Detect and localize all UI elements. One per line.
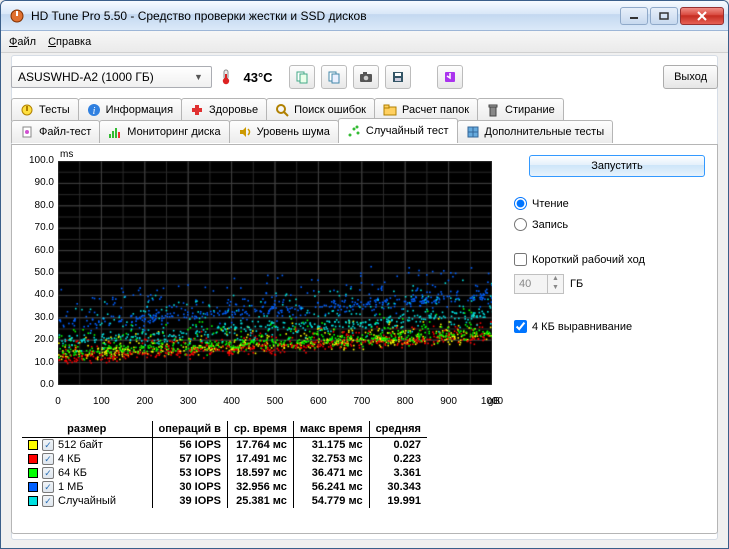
- y-tick-label: 50.0: [20, 267, 54, 278]
- tab-мониторинг-диска[interactable]: Мониторинг диска: [99, 120, 229, 143]
- x-tick-label: 300: [180, 396, 197, 407]
- x-tick-label: 900: [440, 396, 457, 407]
- tab-icon: [486, 103, 500, 117]
- series-color-icon: [28, 496, 38, 506]
- gb-unit-label: ГБ: [570, 278, 583, 290]
- save-button[interactable]: [385, 65, 411, 89]
- copy-results-button[interactable]: [321, 65, 347, 89]
- tab-файл-тест[interactable]: Файл-тест: [11, 120, 100, 143]
- series-checkbox[interactable]: [42, 495, 54, 507]
- tab-icon: i: [87, 103, 101, 117]
- app-icon: [9, 8, 25, 24]
- cycle-size-stepper: 40 ▲▼: [514, 274, 564, 294]
- checkbox-4kb-align[interactable]: 4 КБ выравнивание: [514, 320, 632, 333]
- x-tick-label: 0: [55, 396, 61, 407]
- tab-информация[interactable]: iИнформация: [78, 98, 182, 121]
- col-header: средняя: [369, 421, 427, 438]
- series-checkbox[interactable]: [42, 481, 54, 493]
- x-tick-label: 200: [136, 396, 153, 407]
- menu-help[interactable]: Справка: [48, 36, 91, 48]
- tab-icon: [238, 125, 252, 139]
- y-tick-label: 20.0: [20, 334, 54, 345]
- y-tick-label: 30.0: [20, 312, 54, 323]
- titlebar: HD Tune Pro 5.50 - Средство проверки жес…: [1, 1, 728, 31]
- tab-дополнительные-тесты[interactable]: Дополнительные тесты: [457, 120, 614, 143]
- x-tick-label: 800: [397, 396, 414, 407]
- y-tick-label: 10.0: [20, 357, 54, 368]
- series-color-icon: [28, 440, 38, 450]
- y-tick-label: 60.0: [20, 245, 54, 256]
- y-tick-label: 0.0: [20, 379, 54, 390]
- tab-здоровье[interactable]: Здоровье: [181, 98, 267, 121]
- tab-body: ms gB 0.010.020.030.040.050.060.070.080.…: [11, 144, 718, 534]
- content-area: ASUSWHD-A2 (1000 ГБ) ▼ 43°C Выход Тестыi…: [1, 53, 728, 548]
- tab-icon: [108, 125, 122, 139]
- checkbox-short-cycle[interactable]: Короткий рабочий ход: [514, 253, 645, 266]
- table-row: 4 КБ57 IOPS17.491 мс32.753 мс0.223: [22, 452, 427, 466]
- radio-write[interactable]: Запись: [514, 218, 568, 231]
- y-tick-label: 80.0: [20, 200, 54, 211]
- side-panel: Запустить Чтение Запись Короткий рабочий…: [512, 155, 705, 333]
- tab-icon: [466, 125, 480, 139]
- table-row: 1 МБ30 IOPS32.956 мс56.241 мс30.343: [22, 480, 427, 494]
- series-color-icon: [28, 454, 38, 464]
- drive-select-value: ASUSWHD-A2 (1000 ГБ): [18, 70, 191, 84]
- x-tick-label: 700: [353, 396, 370, 407]
- options-button[interactable]: [437, 65, 463, 89]
- menu-file[interactable]: Файл: [9, 36, 36, 48]
- app-window: HD Tune Pro 5.50 - Средство проверки жес…: [0, 0, 729, 549]
- x-tick-label: 1000: [481, 396, 503, 407]
- tab-icon: [275, 103, 289, 117]
- close-button[interactable]: [680, 7, 724, 25]
- results-table: размеропераций вср. времямакс времясредн…: [22, 421, 427, 508]
- tab-icon: [190, 103, 204, 117]
- table-row: 64 КБ53 IOPS18.597 мс36.471 мс3.361: [22, 466, 427, 480]
- tab-icon: [20, 103, 34, 117]
- tab-тесты[interactable]: Тесты: [11, 98, 79, 121]
- series-checkbox[interactable]: [42, 453, 54, 465]
- maximize-button[interactable]: [650, 7, 678, 25]
- x-tick-label: 400: [223, 396, 240, 407]
- col-header: макс время: [293, 421, 369, 438]
- copy-info-button[interactable]: [289, 65, 315, 89]
- y-unit-label: ms: [60, 149, 73, 160]
- minimize-button[interactable]: [620, 7, 648, 25]
- series-color-icon: [28, 482, 38, 492]
- series-checkbox[interactable]: [42, 439, 54, 451]
- tab-уровень-шума[interactable]: Уровень шума: [229, 120, 339, 143]
- exit-button[interactable]: Выход: [663, 65, 718, 89]
- table-row: Случайный39 IOPS25.381 мс54.779 мс19.991: [22, 494, 427, 508]
- thermometer-icon: [218, 69, 234, 85]
- series-checkbox[interactable]: [42, 467, 54, 479]
- y-tick-label: 90.0: [20, 177, 54, 188]
- y-tick-label: 100.0: [20, 155, 54, 166]
- window-title: HD Tune Pro 5.50 - Средство проверки жес…: [31, 9, 620, 23]
- screenshot-button[interactable]: [353, 65, 379, 89]
- x-tick-label: 100: [93, 396, 110, 407]
- drive-select[interactable]: ASUSWHD-A2 (1000 ГБ) ▼: [11, 66, 212, 88]
- chevron-down-icon: ▼: [191, 72, 207, 82]
- col-header: размер: [22, 421, 152, 438]
- radio-read[interactable]: Чтение: [514, 197, 569, 210]
- svg-text:i: i: [92, 106, 95, 117]
- temperature-value: 43°C: [244, 70, 273, 85]
- tabs: ТестыiИнформацияЗдоровьеПоиск ошибокРасч…: [11, 98, 718, 143]
- tab-icon: [20, 125, 34, 139]
- tab-icon: [383, 103, 397, 117]
- series-color-icon: [28, 468, 38, 478]
- x-tick-label: 500: [267, 396, 284, 407]
- x-tick-label: 600: [310, 396, 327, 407]
- table-row: 512 байт56 IOPS17.764 мс31.175 мс0.027: [22, 438, 427, 453]
- run-button[interactable]: Запустить: [529, 155, 705, 177]
- tab-стирание[interactable]: Стирание: [477, 98, 564, 121]
- tab-icon: [347, 124, 361, 138]
- toolbar: ASUSWHD-A2 (1000 ГБ) ▼ 43°C Выход: [11, 64, 718, 90]
- y-tick-label: 70.0: [20, 222, 54, 233]
- chart: ms gB 0.010.020.030.040.050.060.070.080.…: [20, 155, 500, 411]
- menubar: Файл Справка: [1, 31, 728, 53]
- col-header: операций в: [152, 421, 227, 438]
- col-header: ср. время: [227, 421, 293, 438]
- tab-случайный-тест[interactable]: Случайный тест: [338, 118, 458, 143]
- y-tick-label: 40.0: [20, 289, 54, 300]
